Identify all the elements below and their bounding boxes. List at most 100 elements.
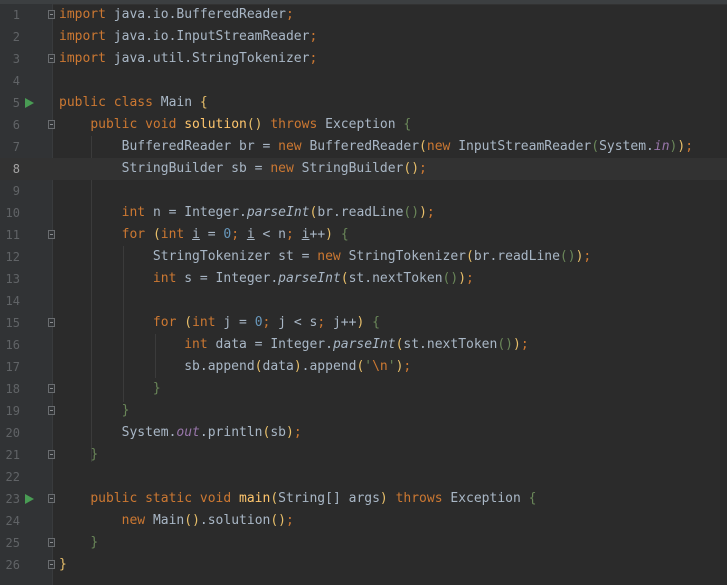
code-token: public void <box>90 117 185 132</box>
code-text[interactable]: System.out.println(sb); <box>59 422 302 444</box>
code-line[interactable]: 26} <box>0 554 727 576</box>
code-token: \n <box>372 359 388 374</box>
code-line[interactable]: 13 int s = Integer.parseInt(st.nextToken… <box>0 268 727 290</box>
code-line[interactable]: 20 System.out.println(sb); <box>0 422 727 444</box>
code-token: sb.append <box>59 359 255 374</box>
line-number: 13 <box>5 272 20 286</box>
code-text[interactable]: int n = Integer.parseInt(br.readLine()); <box>59 202 435 224</box>
line-number: 10 <box>5 206 20 220</box>
code-line[interactable]: 2 import java.io.InputStreamReader; <box>0 26 727 48</box>
code-line[interactable]: 7 BufferedReader br = new BufferedReader… <box>0 136 727 158</box>
code-token: .solution <box>199 513 271 528</box>
code-text[interactable]: new Main().solution(); <box>59 510 294 532</box>
code-text[interactable]: } <box>59 400 130 422</box>
fold-marker-icon[interactable] <box>48 406 55 415</box>
code-text[interactable]: public class Main { <box>59 92 208 114</box>
code-token: ( <box>152 227 161 242</box>
code-line[interactable]: 24 new Main().solution(); <box>0 510 727 532</box>
code-token: new <box>317 249 349 264</box>
code-token: throws <box>270 117 326 132</box>
line-number: 20 <box>5 426 20 440</box>
fold-marker-icon[interactable] <box>48 538 55 547</box>
code-text[interactable]: StringTokenizer st = new StringTokenizer… <box>59 246 591 268</box>
code-token: String[] args <box>278 491 380 506</box>
code-token: java.io.BufferedReader <box>105 7 286 22</box>
code-line[interactable]: 21 } <box>0 444 727 466</box>
code-token: StringTokenizer st = <box>59 249 318 264</box>
fold-marker-icon[interactable] <box>48 230 55 239</box>
code-token: ) <box>512 337 521 352</box>
code-line[interactable]: 19 } <box>0 400 727 422</box>
code-text[interactable]: } <box>59 444 98 466</box>
line-number: 24 <box>5 514 20 528</box>
code-token: ; <box>403 359 412 374</box>
fold-marker-icon[interactable] <box>48 494 55 503</box>
code-text[interactable]: } <box>59 532 98 554</box>
fold-marker-icon[interactable] <box>48 54 55 63</box>
line-number: 4 <box>12 74 20 88</box>
code-line[interactable]: 22 <box>0 466 727 488</box>
code-token: ( <box>466 249 474 264</box>
code-text[interactable]: StringBuilder sb = new StringBuilder(); <box>59 158 427 180</box>
code-line[interactable]: 23 public static void main(String[] args… <box>0 488 727 510</box>
code-token: () <box>403 161 420 176</box>
fold-marker-icon[interactable] <box>48 120 55 129</box>
code-token: ( <box>591 139 600 154</box>
code-line[interactable]: 15 for (int j = 0; j < s; j++) { <box>0 312 727 334</box>
code-line[interactable]: 1 import java.io.BufferedReader; <box>0 4 727 26</box>
code-line[interactable]: 11 for (int i = 0; i < n; i++) { <box>0 224 727 246</box>
code-token: ) <box>419 205 427 220</box>
code-line[interactable]: 5 public class Main { <box>0 92 727 114</box>
code-text[interactable]: } <box>59 378 161 400</box>
code-text[interactable]: public static void main(String[] args) t… <box>59 488 536 510</box>
code-token: for <box>121 227 153 242</box>
code-token: System. <box>599 139 654 154</box>
fold-marker-icon[interactable] <box>48 318 55 327</box>
code-line[interactable]: 25 } <box>0 532 727 554</box>
code-token: BufferedReader <box>309 139 420 154</box>
code-text[interactable]: sb.append(data).append('\n'); <box>59 356 411 378</box>
code-line[interactable]: 18 } <box>0 378 727 400</box>
code-line[interactable]: 17 sb.append(data).append('\n'); <box>0 356 727 378</box>
code-token: ) <box>293 359 302 374</box>
code-text[interactable]: BufferedReader br = new BufferedReader(n… <box>59 136 693 158</box>
fold-marker-icon[interactable] <box>48 560 55 569</box>
code-line[interactable]: 6 public void solution() throws Exceptio… <box>0 114 727 136</box>
code-token: ' <box>364 359 373 374</box>
code-line[interactable]: 3 import java.util.StringTokenizer; <box>0 48 727 70</box>
code-text[interactable]: for (int j = 0; j < s; j++) { <box>59 312 380 334</box>
code-line[interactable]: 12 StringTokenizer st = new StringTokeni… <box>0 246 727 268</box>
line-number: 18 <box>5 382 20 396</box>
code-line[interactable]: 8 StringBuilder sb = new StringBuilder()… <box>0 158 727 180</box>
fold-marker-icon[interactable] <box>48 450 55 459</box>
code-token: throws <box>395 491 451 506</box>
code-text[interactable]: import java.util.StringTokenizer; <box>59 48 317 70</box>
code-text[interactable]: public void solution() throws Exception … <box>59 114 411 136</box>
code-token: data <box>262 359 294 374</box>
run-gutter-icon[interactable] <box>25 494 34 504</box>
code-token: ; <box>520 337 529 352</box>
run-gutter-icon[interactable] <box>25 98 34 108</box>
fold-marker-icon[interactable] <box>48 10 55 19</box>
code-text[interactable]: import java.io.InputStreamReader; <box>59 26 317 48</box>
code-text[interactable]: import java.io.BufferedReader; <box>59 4 294 26</box>
code-line[interactable]: 4 <box>0 70 727 92</box>
code-line[interactable]: 14 <box>0 290 727 312</box>
fold-marker-icon[interactable] <box>48 384 55 393</box>
code-line[interactable]: 16 int data = Integer.parseInt(st.nextTo… <box>0 334 727 356</box>
code-lines[interactable]: 1 import java.io.BufferedReader; 2 import j… <box>0 4 727 576</box>
code-token: = <box>199 227 224 242</box>
line-number: 3 <box>12 52 20 66</box>
code-token: int <box>152 271 185 286</box>
code-token: BufferedReader br = <box>59 139 279 154</box>
line-number: 17 <box>5 360 20 374</box>
code-text[interactable]: } <box>59 554 67 576</box>
code-text[interactable]: int s = Integer.parseInt(st.nextToken())… <box>59 268 474 290</box>
code-text[interactable]: for (int i = 0; i < n; i++) { <box>59 224 349 246</box>
code-editor[interactable]: 1 import java.io.BufferedReader; 2 import j… <box>0 0 727 585</box>
code-line[interactable]: 9 <box>0 180 727 202</box>
code-line[interactable]: 10 int n = Integer.parseInt(br.readLine(… <box>0 202 727 224</box>
code-text[interactable]: int data = Integer.parseInt(st.nextToken… <box>59 334 529 356</box>
